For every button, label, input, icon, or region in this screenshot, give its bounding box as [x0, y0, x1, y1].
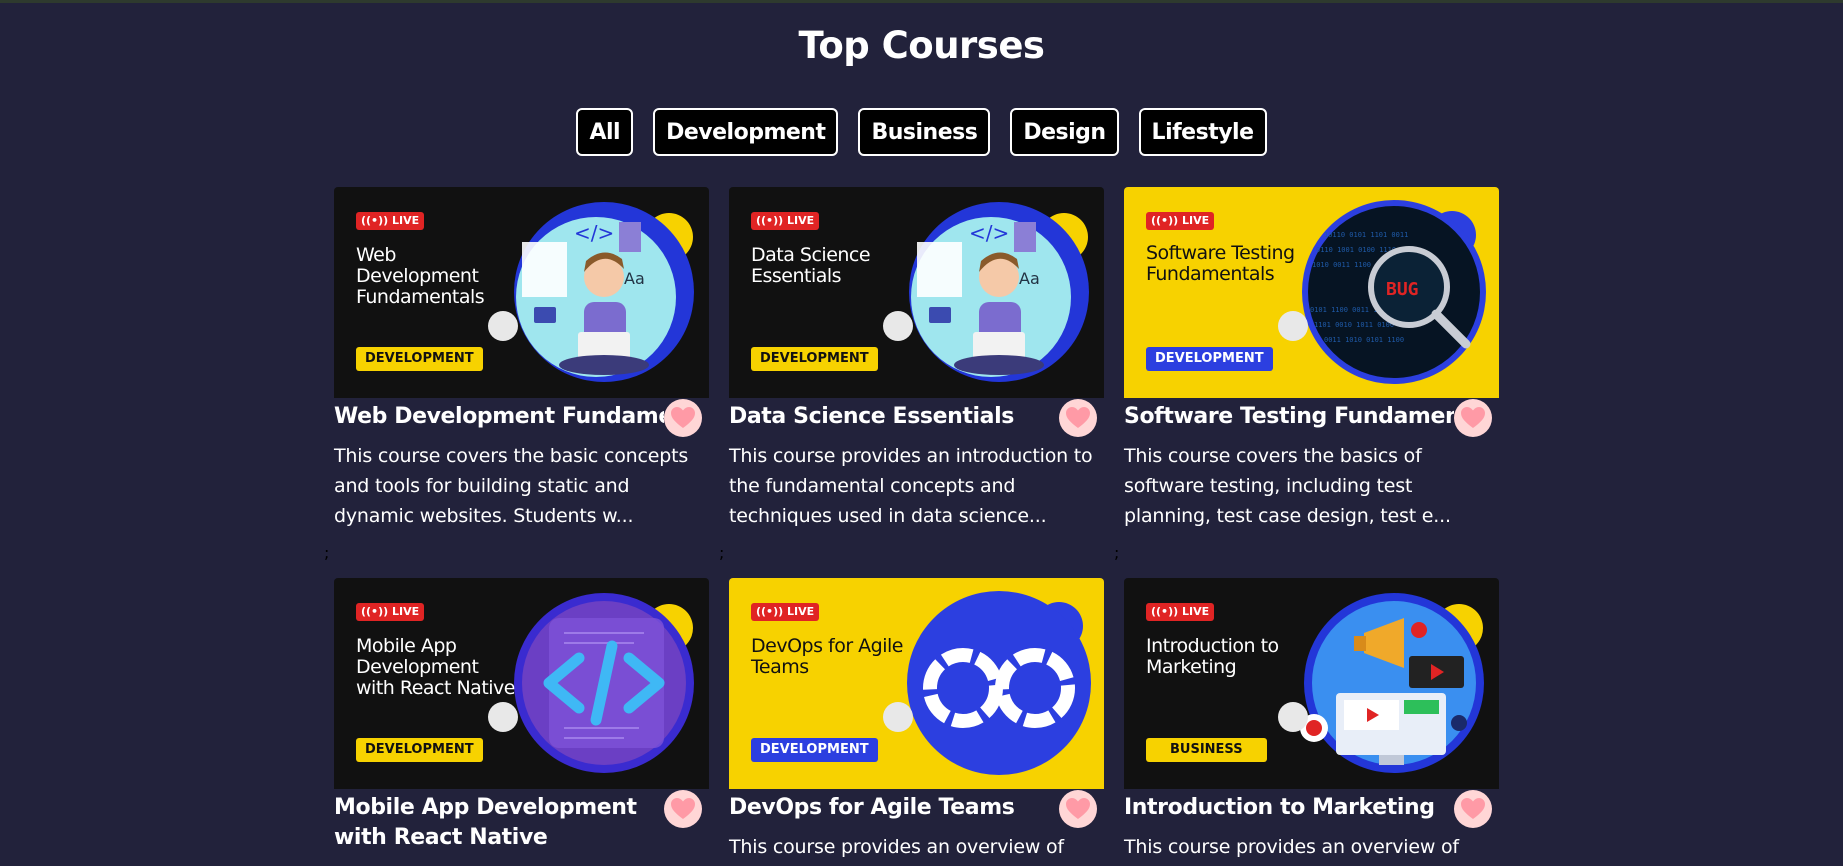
carousel-dot[interactable]	[1278, 311, 1308, 341]
carousel-dot[interactable]	[1278, 702, 1308, 732]
thumbnail-category-badge: DEVELOPMENT	[751, 738, 878, 762]
heart-icon	[1461, 798, 1485, 819]
marketing-illustration	[1300, 593, 1484, 773]
developer-illustration: </> Aa	[514, 202, 694, 382]
page-title: Top Courses	[798, 24, 1045, 67]
course-title[interactable]: Data Science Essentials	[729, 402, 1059, 432]
course-thumbnail[interactable]: ((•)) LIVE Introduction to Marketing BUS…	[1124, 578, 1499, 789]
favorite-button[interactable]	[664, 399, 702, 437]
course-card[interactable]: ((•)) LIVE Mobile App Development with R…	[334, 578, 709, 850]
course-card[interactable]: ((•)) LIVE Introduction to Marketing BUS…	[1124, 578, 1499, 858]
filter-business-button[interactable]: Business	[858, 108, 991, 156]
live-badge: ((•)) LIVE	[751, 603, 820, 621]
course-thumbnail[interactable]: ((•)) LIVE Web Development Fundamentals …	[334, 187, 709, 398]
course-title[interactable]: Mobile App Development with React Native	[334, 793, 664, 853]
svg-text:Aa: Aa	[624, 269, 645, 288]
separator-text: ;	[324, 543, 330, 562]
course-card[interactable]: ((•)) LIVE Software Testing Fundamentals…	[1124, 187, 1499, 527]
heart-icon	[671, 407, 695, 428]
course-thumbnail[interactable]: ((•)) LIVE Software Testing Fundamentals…	[1124, 187, 1499, 398]
top-border	[0, 0, 1843, 3]
course-title[interactable]: Software Testing Fundamentals	[1124, 402, 1454, 432]
thumbnail-title: Introduction to Marketing	[1146, 635, 1279, 678]
live-badge: ((•)) LIVE	[751, 212, 820, 230]
thumbnail-category-badge: DEVELOPMENT	[751, 347, 878, 371]
live-badge: ((•)) LIVE	[1146, 212, 1215, 230]
live-badge: ((•)) LIVE	[1146, 603, 1215, 621]
live-badge: ((•)) LIVE	[356, 212, 425, 230]
course-title[interactable]: DevOps for Agile Teams	[729, 793, 1059, 823]
course-description: This course provides an overview of	[729, 836, 1064, 858]
course-thumbnail[interactable]: ((•)) LIVE Data Science Essentials DEVEL…	[729, 187, 1104, 398]
favorite-button[interactable]	[664, 790, 702, 828]
course-title[interactable]: Web Development Fundamentals	[334, 402, 664, 432]
category-filters: All Development Business Design Lifestyl…	[0, 108, 1843, 156]
svg-text:10110 0101 1101 0011: 10110 0101 1101 0011	[1324, 231, 1408, 239]
carousel-dot[interactable]	[883, 702, 913, 732]
carousel-dot[interactable]	[883, 311, 913, 341]
course-description: This course provides an overview of	[1124, 836, 1459, 858]
devops-infinity-illustration	[907, 591, 1091, 775]
heart-icon	[1066, 798, 1090, 819]
thumbnail-category-badge: DEVELOPMENT	[1146, 347, 1273, 371]
svg-text:Aa: Aa	[1019, 269, 1040, 288]
heart-icon	[671, 798, 695, 819]
filter-all-button[interactable]: All	[576, 108, 634, 156]
course-card[interactable]: ((•)) LIVE DevOps for Agile Teams DEVELO…	[729, 578, 1104, 858]
bug-magnifier-illustration: 10110 0101 1101 0011 0110 1001 0100 1110…	[1302, 200, 1486, 384]
course-card[interactable]: ((•)) LIVE Web Development Fundamentals …	[334, 187, 709, 527]
separator-text: ;	[1114, 543, 1120, 562]
svg-text:</>: </>	[969, 221, 1009, 245]
thumbnail-category-badge: BUSINESS	[1146, 738, 1267, 762]
thumbnail-title: DevOps for Agile Teams	[751, 635, 904, 678]
thumbnail-title: Software Testing Fundamentals	[1146, 242, 1295, 285]
live-badge: ((•)) LIVE	[356, 603, 425, 621]
course-thumbnail[interactable]: ((•)) LIVE Mobile App Development with R…	[334, 578, 709, 789]
course-description: This course covers the basic concepts an…	[334, 445, 689, 527]
favorite-button[interactable]	[1059, 790, 1097, 828]
carousel-dot[interactable]	[488, 311, 518, 341]
separator-text: ;	[719, 543, 725, 562]
svg-text:0011 1010 0101 1100: 0011 1010 0101 1100	[1324, 336, 1404, 344]
svg-text:</>: </>	[574, 221, 614, 245]
filter-design-button[interactable]: Design	[1010, 108, 1119, 156]
course-title[interactable]: Introduction to Marketing	[1124, 793, 1454, 823]
carousel-dot[interactable]	[488, 702, 518, 732]
developer-illustration: </> Aa	[909, 202, 1089, 382]
filter-lifestyle-button[interactable]: Lifestyle	[1138, 108, 1267, 156]
course-card[interactable]: ((•)) LIVE Data Science Essentials DEVEL…	[729, 187, 1104, 527]
course-thumbnail[interactable]: ((•)) LIVE DevOps for Agile Teams DEVELO…	[729, 578, 1104, 789]
svg-text:BUG: BUG	[1386, 279, 1419, 300]
favorite-button[interactable]	[1059, 399, 1097, 437]
course-description: This course provides an introduction to …	[729, 445, 1093, 527]
filter-development-button[interactable]: Development	[653, 108, 839, 156]
heart-icon	[1066, 407, 1090, 428]
thumbnail-category-badge: DEVELOPMENT	[356, 347, 483, 371]
thumbnail-title: Web Development Fundamentals	[356, 244, 485, 308]
code-brackets-illustration	[514, 593, 694, 773]
favorite-button[interactable]	[1454, 790, 1492, 828]
thumbnail-title: Data Science Essentials	[751, 244, 871, 287]
heart-icon	[1461, 407, 1485, 428]
thumbnail-category-badge: DEVELOPMENT	[356, 738, 483, 762]
course-description: This course covers the basics of softwar…	[1124, 445, 1451, 527]
thumbnail-title: Mobile App Development with React Native	[356, 635, 515, 699]
favorite-button[interactable]	[1454, 399, 1492, 437]
